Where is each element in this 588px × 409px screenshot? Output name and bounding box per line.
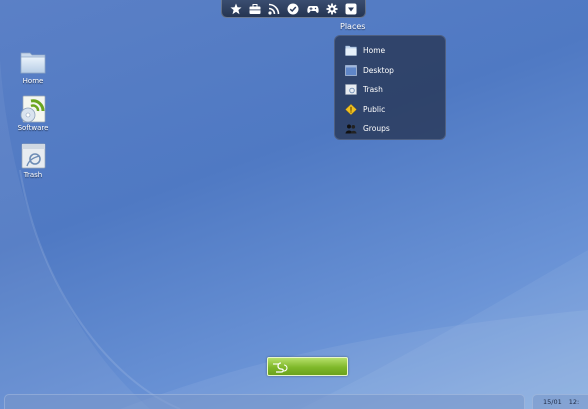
desktop-icon-label: Trash <box>23 171 43 179</box>
clock-panel[interactable]: 15/01 12: <box>532 394 588 409</box>
places-item-groups[interactable]: Groups <box>335 119 445 139</box>
bottom-taskbar[interactable] <box>4 394 525 409</box>
launcher-icon <box>273 362 288 373</box>
places-item-label: Public <box>363 104 386 114</box>
gear-icon[interactable] <box>325 2 339 16</box>
time-label: 12: <box>568 398 580 406</box>
desktop-icon-label: Software <box>17 124 49 132</box>
top-dock <box>221 0 366 18</box>
launcher-button[interactable] <box>267 357 348 376</box>
desktop-icon-label: Home <box>22 77 44 85</box>
date-label: 15/01 <box>543 398 562 406</box>
folder-icon <box>345 46 357 56</box>
check-circle-icon[interactable] <box>286 2 300 16</box>
desktop-icon-trash[interactable]: Trash <box>15 142 51 179</box>
places-item-label: Trash <box>363 85 383 95</box>
desktop-icon <box>345 64 357 76</box>
trash-icon <box>21 143 46 169</box>
places-item-label: Desktop <box>363 65 394 75</box>
places-item-desktop[interactable]: Desktop <box>335 61 445 81</box>
places-title: Places <box>340 22 366 31</box>
trash-icon <box>345 84 357 95</box>
places-item-label: Groups <box>363 124 390 134</box>
public-icon <box>345 103 357 115</box>
places-item-label: Home <box>363 46 386 56</box>
places-menu: Home Desktop Trash Public Groups <box>334 35 446 140</box>
folder-icon <box>20 52 46 74</box>
briefcase-icon[interactable] <box>248 2 262 16</box>
desktop-icon-home[interactable]: Home <box>15 48 51 85</box>
places-item-trash[interactable]: Trash <box>335 80 445 100</box>
groups-icon <box>345 124 357 134</box>
desktop-icon-software[interactable]: Software <box>15 95 51 132</box>
star-icon[interactable] <box>229 2 243 16</box>
menu-down-icon[interactable] <box>344 2 358 16</box>
rss-icon[interactable] <box>267 2 281 16</box>
places-item-public[interactable]: Public <box>335 100 445 120</box>
gamepad-icon[interactable] <box>306 2 320 16</box>
software-icon <box>20 95 46 123</box>
places-item-home[interactable]: Home <box>335 41 445 61</box>
